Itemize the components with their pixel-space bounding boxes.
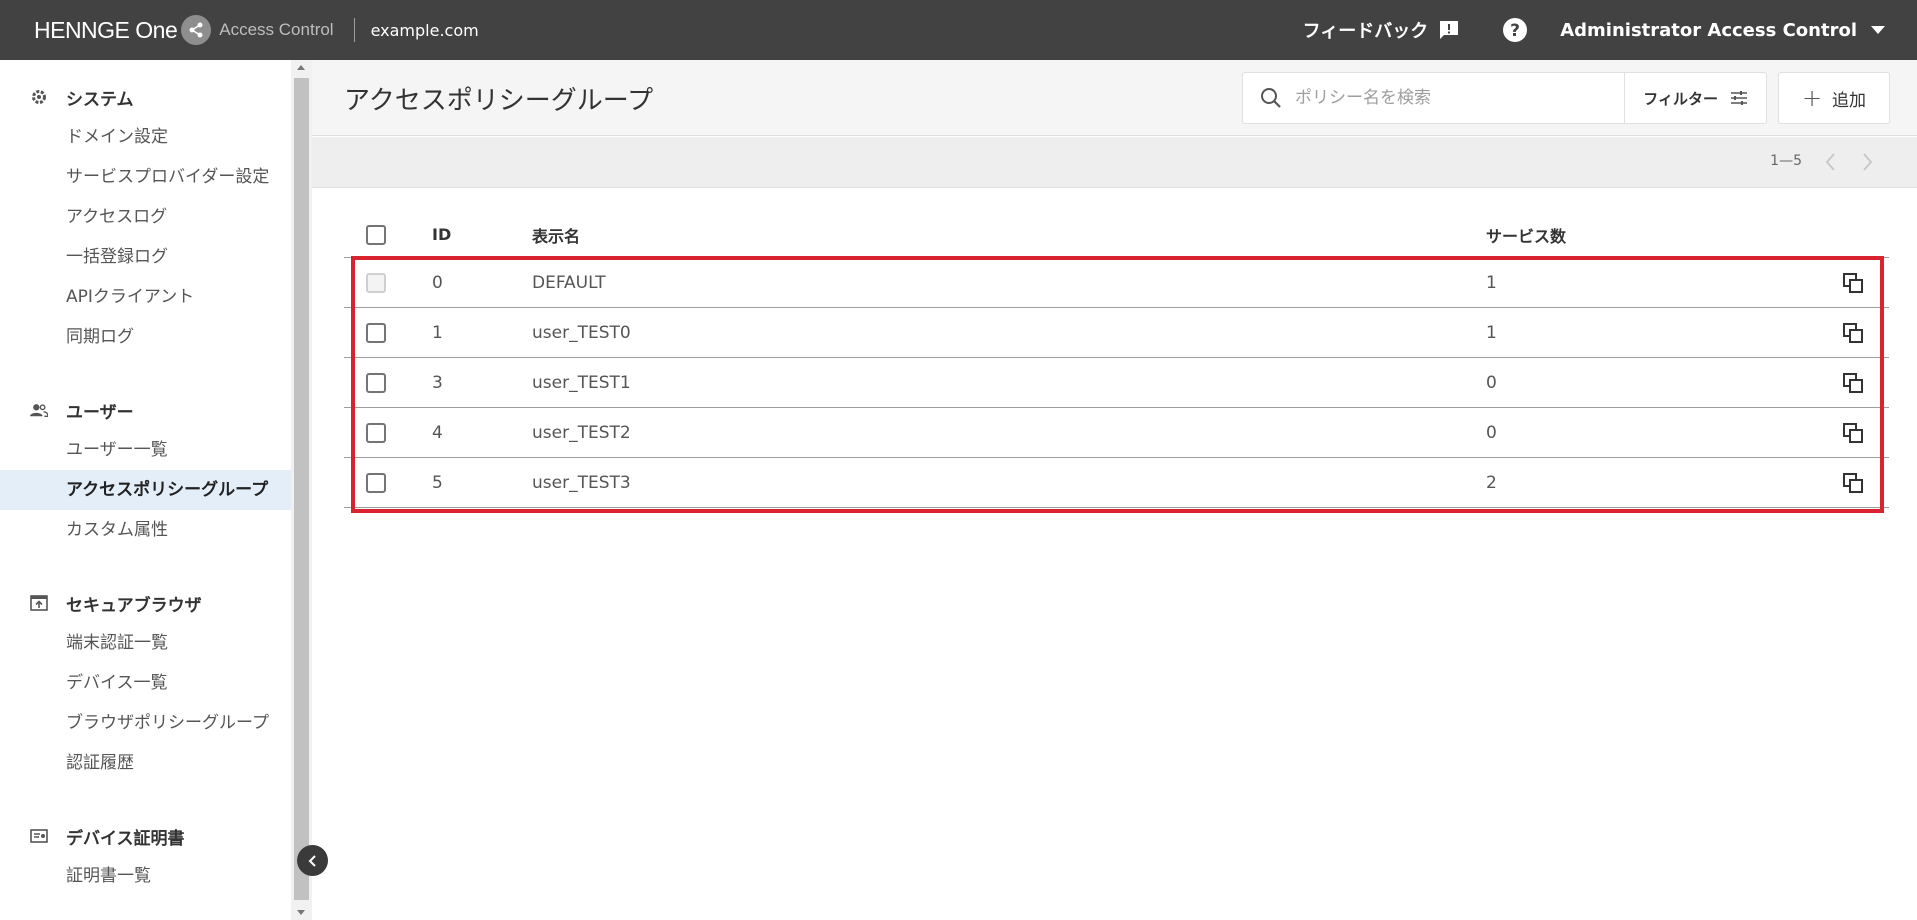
filter-button[interactable]: フィルター bbox=[1625, 72, 1766, 124]
row-checkbox[interactable] bbox=[366, 472, 386, 493]
select-all-checkbox[interactable] bbox=[366, 224, 386, 245]
sidebar-item-access-policy-groups[interactable]: アクセスポリシーグループ bbox=[0, 470, 291, 510]
gear-icon bbox=[30, 88, 48, 106]
add-label: 追加 bbox=[1832, 90, 1867, 111]
row-id: 0 bbox=[432, 272, 443, 293]
column-header-services[interactable]: サービス数 bbox=[1486, 223, 1816, 247]
policy-group-table: ID 表示名 サービス数 0 DEFAULT 1 1 user_TEST0 1 … bbox=[344, 212, 1889, 508]
copy-icon[interactable] bbox=[1842, 422, 1864, 444]
logo-mark-icon bbox=[181, 15, 212, 45]
sidebar: システム ドメイン設定 サービスプロバイダー設定 アクセスログ 一括登録ログ A… bbox=[0, 60, 291, 920]
account-label: Administrator Access Control bbox=[1560, 19, 1857, 41]
sidebar-item-domain-settings[interactable]: ドメイン設定 bbox=[0, 117, 291, 157]
row-checkbox[interactable] bbox=[366, 372, 386, 393]
scroll-up-arrow-icon[interactable] bbox=[297, 65, 305, 70]
sidebar-item-certificate-list[interactable]: 証明書一覧 bbox=[0, 856, 291, 896]
main-content: アクセスポリシーグループ フィルター + 追加 1—5 ID 表示名 サービス数 bbox=[312, 60, 1917, 920]
chevron-right-icon[interactable] bbox=[1857, 151, 1877, 173]
secure-browser-icon bbox=[30, 594, 48, 612]
chevron-left-icon[interactable] bbox=[1821, 151, 1841, 173]
sidebar-scrollbar[interactable] bbox=[291, 60, 312, 920]
sidebar-section-device-certificates[interactable]: デバイス証明書 bbox=[0, 816, 291, 856]
scrollbar-thumb[interactable] bbox=[294, 78, 309, 900]
sidebar-item-browser-policy-groups[interactable]: ブラウザポリシーグループ bbox=[0, 703, 291, 743]
sidebar-section-title: ユーザー bbox=[66, 402, 134, 423]
add-button[interactable]: + 追加 bbox=[1778, 72, 1890, 124]
search-box: フィルター bbox=[1242, 72, 1767, 124]
copy-icon[interactable] bbox=[1842, 372, 1864, 394]
product-name: Access Control bbox=[219, 20, 334, 39]
sidebar-item-access-log[interactable]: アクセスログ bbox=[0, 197, 291, 237]
sidebar-section-title: システム bbox=[66, 89, 134, 110]
sidebar-item-service-provider-settings[interactable]: サービスプロバイダー設定 bbox=[0, 157, 291, 197]
sidebar-section-title: セキュアブラウザ bbox=[66, 595, 202, 616]
copy-icon[interactable] bbox=[1842, 472, 1864, 494]
column-header-name[interactable]: 表示名 bbox=[532, 223, 1486, 247]
feedback-button[interactable]: フィードバック bbox=[1303, 17, 1461, 43]
row-name[interactable]: DEFAULT bbox=[532, 273, 1486, 293]
sidebar-item-terminal-auth-list[interactable]: 端末認証一覧 bbox=[0, 623, 291, 663]
row-id: 5 bbox=[432, 472, 443, 493]
page-header: アクセスポリシーグループ フィルター + 追加 bbox=[312, 60, 1917, 136]
copy-icon[interactable] bbox=[1842, 272, 1864, 294]
top-bar: HENNGE One Access Control example.com フィ… bbox=[0, 0, 1917, 60]
row-service-count: 0 bbox=[1486, 372, 1497, 393]
table-row[interactable]: 0 DEFAULT 1 bbox=[344, 258, 1889, 308]
sidebar-item-device-list[interactable]: デバイス一覧 bbox=[0, 663, 291, 703]
table-row[interactable]: 5 user_TEST3 2 bbox=[344, 458, 1889, 508]
users-icon bbox=[30, 401, 48, 419]
tenant-domain: example.com bbox=[370, 20, 479, 40]
sidebar-item-bulk-log[interactable]: 一括登録ログ bbox=[0, 237, 291, 277]
row-name[interactable]: user_TEST1 bbox=[532, 373, 1486, 393]
sidebar-section-system[interactable]: システム bbox=[0, 77, 291, 117]
row-checkbox bbox=[366, 272, 386, 293]
sidebar-item-custom-attributes[interactable]: カスタム属性 bbox=[0, 510, 291, 550]
header-divider bbox=[353, 18, 355, 42]
logo-text: HENNGE One bbox=[34, 16, 178, 43]
sidebar-section-users[interactable]: ユーザー bbox=[0, 390, 291, 430]
row-id: 3 bbox=[432, 372, 443, 393]
account-menu[interactable]: Administrator Access Control bbox=[1560, 20, 1885, 41]
scroll-down-arrow-icon[interactable] bbox=[297, 910, 305, 915]
row-name[interactable]: user_TEST0 bbox=[532, 323, 1486, 343]
table-row[interactable]: 4 user_TEST2 0 bbox=[344, 408, 1889, 458]
tune-icon bbox=[1731, 91, 1747, 105]
feedback-label: フィードバック bbox=[1302, 21, 1429, 42]
row-service-count: 0 bbox=[1486, 422, 1497, 443]
row-id: 1 bbox=[432, 322, 443, 343]
row-name[interactable]: user_TEST2 bbox=[532, 423, 1486, 443]
row-checkbox[interactable] bbox=[366, 422, 386, 443]
row-id: 4 bbox=[432, 422, 443, 443]
sidebar-item-sync-log[interactable]: 同期ログ bbox=[0, 317, 291, 357]
row-service-count: 1 bbox=[1486, 322, 1497, 343]
row-service-count: 2 bbox=[1486, 472, 1497, 493]
table-row[interactable]: 3 user_TEST1 0 bbox=[344, 358, 1889, 408]
search-input[interactable] bbox=[1295, 83, 1615, 113]
filter-label: フィルター bbox=[1643, 89, 1718, 108]
sidebar-section-title: デバイス証明書 bbox=[66, 828, 185, 849]
row-name[interactable]: user_TEST3 bbox=[532, 473, 1486, 493]
search-icon bbox=[1261, 88, 1281, 108]
table-row[interactable]: 1 user_TEST0 1 bbox=[344, 308, 1889, 358]
pagination-bar: 1—5 bbox=[312, 137, 1917, 188]
row-checkbox[interactable] bbox=[366, 322, 386, 343]
row-service-count: 1 bbox=[1486, 272, 1497, 293]
pagination-range: 1—5 bbox=[1770, 153, 1802, 169]
feedback-icon bbox=[1440, 21, 1459, 39]
copy-icon[interactable] bbox=[1842, 322, 1864, 344]
sidebar-item-auth-history[interactable]: 認証履歴 bbox=[0, 743, 291, 783]
table-header: ID 表示名 サービス数 bbox=[344, 212, 1889, 258]
sidebar-item-api-client[interactable]: APIクライアント bbox=[0, 277, 291, 317]
henngeone-logo[interactable]: HENNGE One Access Control bbox=[34, 15, 334, 45]
chevron-down-icon bbox=[1871, 26, 1885, 34]
certificate-icon bbox=[30, 827, 48, 845]
sidebar-section-secure-browser[interactable]: セキュアブラウザ bbox=[0, 583, 291, 623]
plus-icon: + bbox=[1801, 84, 1823, 112]
svg-text:?: ? bbox=[1510, 21, 1520, 41]
page-title: アクセスポリシーグループ bbox=[344, 86, 654, 116]
sidebar-item-user-list[interactable]: ユーザー一覧 bbox=[0, 430, 291, 470]
column-header-id[interactable]: ID bbox=[432, 225, 532, 244]
help-icon[interactable]: ? bbox=[1502, 17, 1528, 43]
